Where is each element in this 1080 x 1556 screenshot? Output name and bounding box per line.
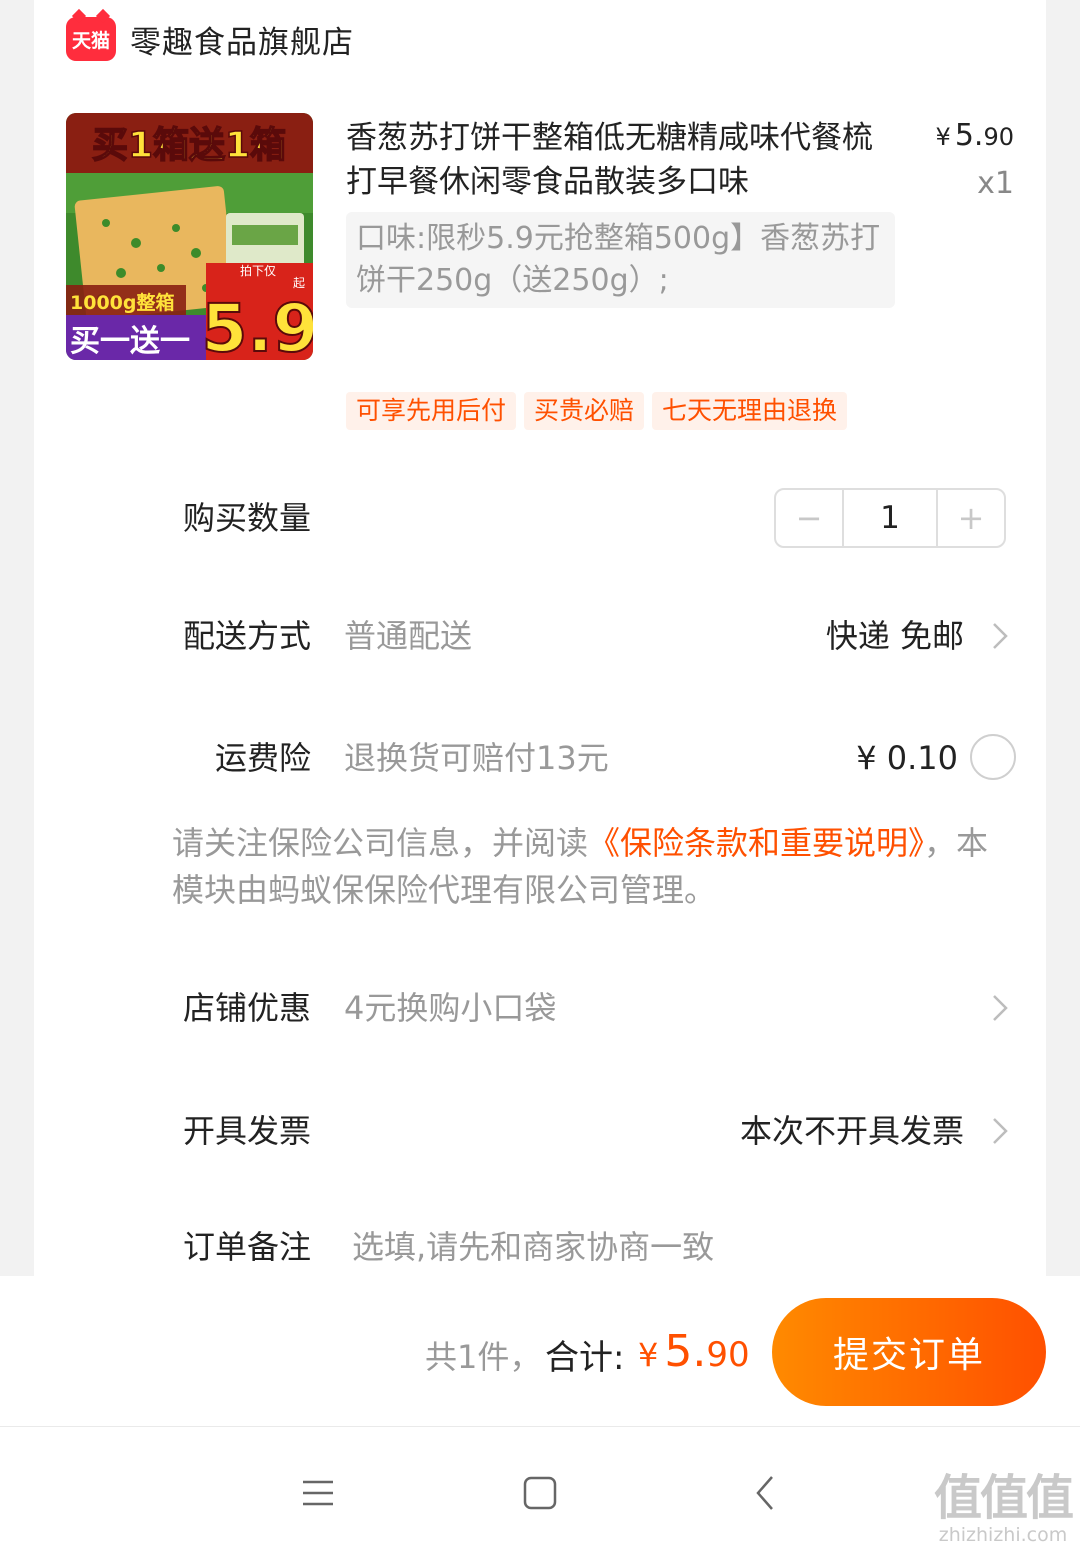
delivery-row[interactable]: 配送方式 普通配送 快递 免邮	[34, 606, 1046, 666]
store-discount-label: 店铺优惠	[182, 989, 311, 1027]
insurance-price: ¥ 0.10	[856, 739, 958, 777]
quantity-stepper[interactable]: − 1 +	[774, 488, 1006, 548]
total-yen-sign: ¥	[638, 1336, 659, 1374]
store-discount-value: 4元换购小口袋	[344, 989, 557, 1027]
product-title[interactable]: 香葱苏打饼干整箱低无糖精咸味代餐梳打早餐休闲零食品散装多口味	[346, 116, 886, 204]
insurance-note-prefix: 请关注保险公司信息，并阅读	[172, 824, 589, 862]
watermark-url: zhizhizhi.com	[938, 1524, 1068, 1546]
back-icon[interactable]	[746, 1473, 786, 1513]
order-card: 天猫 零趣食品旗舰店 买1箱送1箱 1000g整箱 买一送一 拍下仅 起 5.9	[34, 0, 1046, 1276]
total-integer: 5.	[664, 1326, 707, 1377]
tag-price-guarantee: 买贵必赔	[524, 392, 645, 430]
watermark-logo: 值值值	[933, 1470, 1074, 1526]
home-icon[interactable]	[520, 1473, 560, 1513]
invoice-label: 开具发票	[182, 1112, 311, 1150]
insurance-label: 运费险	[214, 739, 311, 777]
invoice-value: 本次不开具发票	[739, 1112, 964, 1150]
system-nav-bar	[0, 1426, 1080, 1556]
image-price: 5.9	[202, 290, 313, 360]
increase-button[interactable]: +	[938, 490, 1004, 546]
image-promo-text: 买一送一	[70, 324, 190, 359]
product-image: 买1箱送1箱 1000g整箱 买一送一 拍下仅 起 5.9	[66, 113, 313, 360]
price-decimal: 90	[983, 123, 1014, 151]
product-price: ¥5.90	[936, 118, 1014, 153]
insurance-desc: 退换货可赔付13元	[344, 739, 609, 777]
insurance-row: 运费险 退换货可赔付13元 ¥ 0.10	[34, 728, 1046, 788]
product-quantity: x1	[977, 166, 1014, 201]
remark-row: 订单备注 选填,请先和商家协商一致	[34, 1217, 1046, 1277]
total-decimal: 90	[706, 1335, 750, 1375]
chevron-right-icon	[993, 995, 1008, 1021]
tag-free-return: 七天无理由退换	[652, 392, 848, 430]
remark-label: 订单备注	[182, 1228, 311, 1266]
sku-spec[interactable]: 口味:限秒5.9元抢整箱500g】香葱苏打饼干250g（送250g）;	[346, 212, 895, 308]
quantity-label: 购买数量	[182, 499, 311, 537]
chevron-right-icon	[993, 1118, 1008, 1144]
image-banner-text: 买1箱送1箱	[92, 125, 286, 166]
price-integer: 5.	[954, 118, 984, 153]
service-tags: 可享先用后付 买贵必赔 七天无理由退换	[346, 392, 848, 430]
image-weight-text: 1000g整箱	[70, 291, 174, 314]
product-thumbnail[interactable]: 买1箱送1箱 1000g整箱 买一送一 拍下仅 起 5.9	[66, 113, 313, 360]
insurance-note: 请关注保险公司信息，并阅读《保险条款和重要说明》，本模块由蚂蚁保保险代理有限公司…	[172, 820, 1012, 914]
store-discount-row[interactable]: 店铺优惠 4元换购小口袋	[34, 978, 1046, 1038]
total-label: 合计:	[545, 1338, 625, 1378]
store-header[interactable]: 天猫 零趣食品旗舰店	[66, 14, 354, 64]
tag-pay-later: 可享先用后付	[346, 392, 517, 430]
yen-sign: ¥	[935, 123, 951, 151]
total-amount: ¥5.90	[638, 1326, 750, 1377]
delivery-label: 配送方式	[182, 617, 311, 655]
submit-order-button[interactable]: 提交订单	[772, 1298, 1046, 1406]
image-price-label: 拍下仅	[240, 263, 276, 278]
decrease-button[interactable]: −	[776, 490, 842, 546]
quantity-value[interactable]: 1	[842, 490, 938, 546]
remark-input[interactable]: 选填,请先和商家协商一致	[352, 1217, 714, 1277]
insurance-terms-link[interactable]: 《保险条款和重要说明》	[588, 824, 924, 862]
store-name[interactable]: 零趣食品旗舰店	[130, 17, 354, 62]
watermark: 值值值 zhizhizhi.com	[933, 1470, 1074, 1546]
image-price-unit: 起	[293, 276, 305, 290]
menu-icon[interactable]	[298, 1473, 338, 1513]
chevron-right-icon	[993, 623, 1008, 649]
delivery-fee: 快递 免邮	[825, 617, 964, 655]
delivery-method: 普通配送	[344, 617, 473, 655]
invoice-row[interactable]: 开具发票 本次不开具发票	[34, 1101, 1046, 1161]
item-count: 共1件，	[425, 1338, 542, 1376]
tmall-logo: 天猫	[66, 17, 116, 61]
insurance-radio[interactable]	[970, 734, 1016, 780]
